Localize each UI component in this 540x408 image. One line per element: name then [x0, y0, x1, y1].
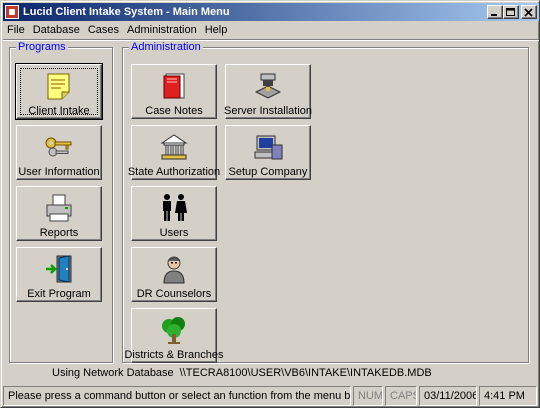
- menu-bar: File Database Cases Administration Help: [3, 22, 539, 38]
- users-label: Users: [159, 227, 189, 239]
- user-information-button[interactable]: User Information: [16, 125, 102, 180]
- menu-cases[interactable]: Cases: [84, 24, 123, 36]
- reports-button[interactable]: Reports: [16, 186, 102, 241]
- server-installation-label: Server Installation: [223, 105, 313, 117]
- user-information-label: User Information: [18, 166, 100, 178]
- counselor-icon: [163, 256, 185, 284]
- network-database-label: Using Network Database: [52, 367, 174, 379]
- menu-database[interactable]: Database: [29, 24, 84, 36]
- exit-program-label: Exit Program: [27, 288, 91, 300]
- setup-company-button[interactable]: Setup Company: [225, 125, 311, 180]
- menu-help[interactable]: Help: [201, 24, 232, 36]
- administration-group: Administration Case Notes Server Install…: [122, 41, 529, 363]
- close-button[interactable]: [521, 5, 537, 19]
- menu-file[interactable]: File: [3, 24, 29, 36]
- computer-setup-icon: [254, 135, 283, 160]
- main-window: Lucid Client Intake System - Main Menu F…: [0, 0, 540, 408]
- network-database-info: Using Network Database \\TECRA8100\USER\V…: [52, 367, 432, 379]
- users-icon: [163, 194, 187, 221]
- status-message: Please press a command button or select …: [3, 386, 351, 406]
- exit-program-button[interactable]: Exit Program: [16, 247, 102, 302]
- case-notes-button[interactable]: Case Notes: [131, 64, 217, 119]
- users-button[interactable]: Users: [131, 186, 217, 241]
- dr-counselors-label: DR Counselors: [136, 288, 212, 300]
- num-lock-indicator: NUM: [353, 386, 383, 406]
- notebook-icon: [163, 73, 185, 99]
- programs-group-label: Programs: [16, 41, 68, 53]
- note-pad-icon: [47, 73, 70, 100]
- minimize-button[interactable]: [487, 5, 503, 19]
- caps-lock-indicator: CAPS: [385, 386, 417, 406]
- window-title: Lucid Client Intake System - Main Menu: [23, 6, 230, 18]
- maximize-button[interactable]: [503, 5, 519, 19]
- administration-group-label: Administration: [129, 41, 203, 53]
- client-intake-button[interactable]: Client Intake: [15, 63, 103, 120]
- app-icon[interactable]: [5, 5, 19, 19]
- minimize-icon: [491, 14, 497, 16]
- districts-branches-button[interactable]: Districts & Branches: [124, 308, 224, 363]
- menu-administration[interactable]: Administration: [123, 24, 201, 36]
- menu-separator: [3, 39, 539, 41]
- close-icon: [524, 8, 533, 17]
- status-bar: Please press a command button or select …: [3, 386, 539, 406]
- districts-branches-label: Districts & Branches: [124, 349, 224, 361]
- dr-counselors-button[interactable]: DR Counselors: [131, 247, 217, 302]
- status-time: 4:41 PM: [479, 386, 537, 406]
- state-authorization-label: State Authorization: [127, 166, 221, 178]
- case-notes-label: Case Notes: [145, 105, 203, 117]
- client-intake-label: Client Intake: [28, 105, 90, 117]
- exit-door-icon: [46, 255, 72, 283]
- title-bar[interactable]: Lucid Client Intake System - Main Menu: [3, 3, 539, 21]
- keys-icon: [45, 137, 72, 157]
- building-icon: [160, 134, 188, 160]
- server-installation-button[interactable]: Server Installation: [223, 64, 313, 119]
- tree-icon: [162, 317, 185, 344]
- printer-icon: [46, 194, 72, 222]
- state-authorization-button[interactable]: State Authorization: [127, 125, 221, 180]
- network-database-path: \\TECRA8100\USER\VB6\INTAKE\INTAKEDB.MDB: [179, 367, 432, 379]
- reports-label: Reports: [39, 227, 79, 239]
- server-icon: [254, 73, 282, 99]
- programs-group: Programs Client Intake User Information: [9, 41, 113, 363]
- setup-company-label: Setup Company: [228, 166, 308, 178]
- maximize-icon: [506, 8, 515, 16]
- status-date: 03/11/2006: [419, 386, 477, 406]
